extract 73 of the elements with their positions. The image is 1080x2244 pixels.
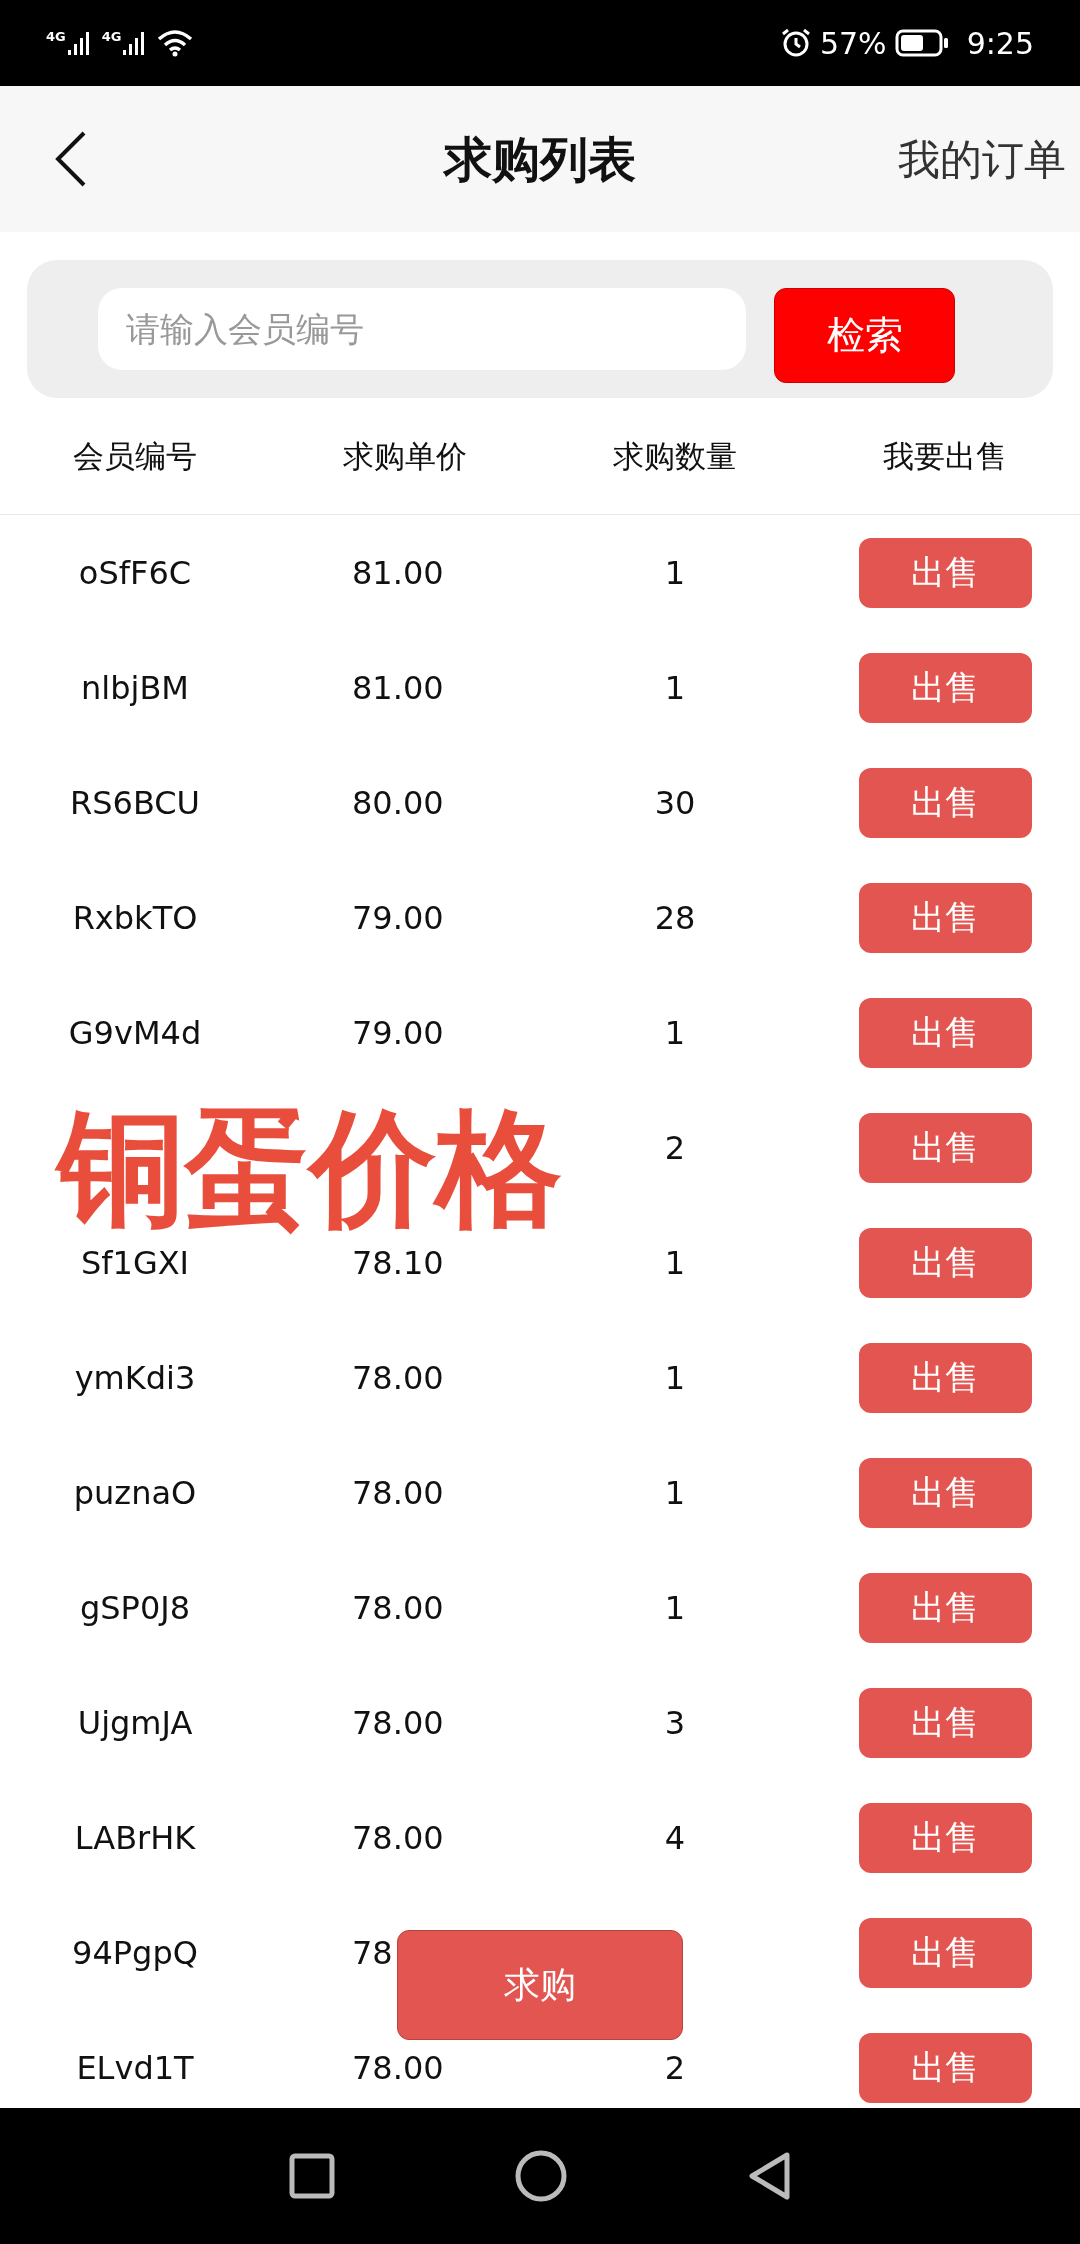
unit-price: 79.00 [352,897,444,939]
member-id: G9vM4d [68,1012,202,1054]
sell-button[interactable]: 出售 [858,1802,1032,1873]
sell-button[interactable]: 出售 [858,1457,1032,1528]
network-label: 4G [46,30,66,43]
member-id: 94PgpQ [72,1932,198,1974]
quantity: 1 [664,667,686,709]
sell-button[interactable]: 出售 [858,1687,1032,1758]
quantity: 1 [664,1472,686,1514]
quantity: 3 [664,1702,686,1744]
square-nav-icon[interactable] [289,2153,335,2199]
member-id: puznaO [73,1472,197,1514]
battery-icon [894,29,949,57]
member-id: UjgmJA [77,1702,193,1744]
quantity: 2 [664,2047,686,2089]
sell-button[interactable]: 出售 [858,1917,1032,1988]
member-id: LABrHK [74,1817,196,1859]
unit-price: 78.00 [352,1472,444,1514]
quantity: 30 [654,782,696,824]
member-id: RS6BCU [69,782,201,824]
member-id: oSfF6C [78,552,192,594]
unit-price: 78.00 [352,1702,444,1744]
sell-button[interactable]: 出售 [858,767,1032,838]
unit-price: 80.00 [352,782,444,824]
sell-button[interactable]: 出售 [858,537,1032,608]
column-header: 会员编号 [73,436,197,476]
member-id: gSP0J8 [79,1587,191,1629]
unit-price: 81.00 [352,552,444,594]
member-id: ELvd1T [76,2047,194,2089]
column-header: 求购单价 [343,436,467,476]
quantity: 1 [664,1012,686,1054]
unit-price: 78.10 [352,1242,444,1284]
unit-price: 81.00 [352,667,444,709]
quantity: 1 [664,1357,686,1399]
sell-button[interactable]: 出售 [858,1342,1032,1413]
sell-button[interactable]: 出售 [858,882,1032,953]
quantity: 1 [664,1242,686,1284]
column-header: 求购数量 [613,436,737,476]
wifi-icon [157,29,194,57]
sell-button[interactable]: 出售 [858,652,1032,723]
request-buy-button[interactable]: 求购 [397,1930,683,2040]
unit-price: 79.00 [352,1012,444,1054]
alarm-icon [779,27,812,59]
battery-percent: 57% [819,24,887,63]
column-header: 我要出售 [883,436,1007,476]
member-id: RxbkTO [72,897,198,939]
network-label: 4G [101,30,122,43]
sell-button[interactable]: 出售 [858,997,1032,1068]
home-circle-icon[interactable] [515,2150,567,2202]
sell-button[interactable]: 出售 [858,1572,1032,1643]
signal-icon [67,30,92,56]
unit-price: 78.00 [352,2047,444,2089]
quantity: 1 [664,552,686,594]
my-orders-link[interactable]: 我的订单 [898,127,1066,191]
unit-price: 78.00 [352,1817,444,1859]
member-id: nlbjBM [81,667,189,709]
quantity: 28 [654,897,696,939]
quantity: 4 [664,1817,686,1859]
quantity: 1 [664,1587,686,1629]
member-id: Sf1GXI [80,1242,190,1284]
clock-time: 9:25 [966,24,1034,63]
quantity: 2 [664,1127,686,1169]
member-id: ymKdi3 [74,1357,196,1399]
sell-button[interactable]: 出售 [858,1112,1032,1183]
unit-price: 78 [352,1932,393,1974]
back-triangle-icon[interactable] [747,2151,791,2201]
search-button[interactable]: 检索 [774,288,955,383]
unit-price: 78.00 [352,1587,444,1629]
search-field[interactable]: 请输入会员编号 [98,288,746,370]
unit-price: 78.00 [352,1357,444,1399]
sell-button[interactable]: 出售 [858,2032,1032,2103]
sell-button[interactable]: 出售 [858,1227,1032,1298]
page-title: 求购列表 [444,130,636,189]
